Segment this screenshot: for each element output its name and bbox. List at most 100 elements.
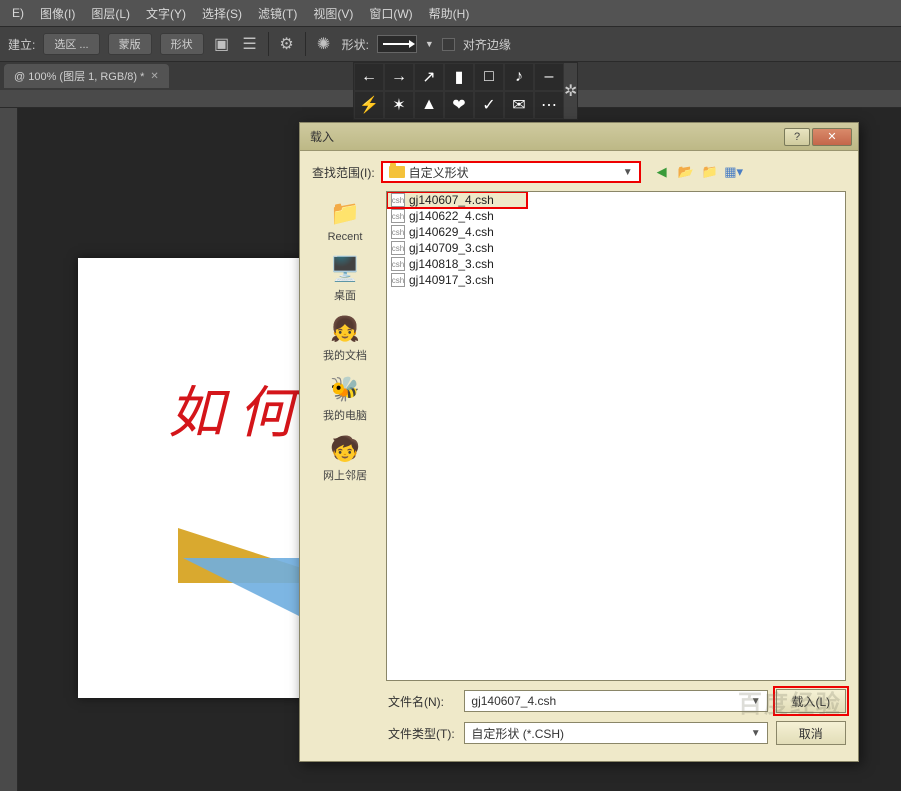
place-network[interactable]: 🧒网上邻居 bbox=[323, 433, 367, 483]
file-list[interactable]: cshgj140607_4.csh cshgj140622_4.csh cshg… bbox=[386, 191, 846, 681]
chevron-down-icon: ▼ bbox=[623, 167, 633, 178]
shape-thumb[interactable]: ▮ bbox=[444, 63, 474, 91]
chevron-down-icon: ▼ bbox=[751, 728, 761, 739]
place-desktop[interactable]: 🖥️桌面 bbox=[327, 253, 363, 303]
shape-thumb[interactable]: → bbox=[384, 63, 414, 91]
lookin-dropdown[interactable]: 自定义形状 ▼ bbox=[381, 161, 641, 183]
file-row[interactable]: cshgj140622_4.csh bbox=[387, 208, 845, 224]
shape-thumb[interactable]: ↗ bbox=[414, 63, 444, 91]
menu-item[interactable]: E) bbox=[4, 6, 32, 20]
shape-thumb[interactable]: ❤ bbox=[444, 91, 474, 119]
filetype-label: 文件类型(T): bbox=[388, 725, 456, 742]
align-edges-label: 对齐边缘 bbox=[463, 36, 511, 53]
selection-button[interactable]: 选区 ... bbox=[43, 33, 99, 55]
file-row[interactable]: csh gj140607_4.csh bbox=[387, 192, 527, 208]
file-icon: csh bbox=[391, 273, 405, 287]
shape-thumb[interactable]: ✶ bbox=[384, 91, 414, 119]
menu-item[interactable]: 图像(I) bbox=[32, 5, 83, 22]
file-row[interactable]: csh gj140818_3.csh bbox=[387, 256, 845, 272]
file-row[interactable]: csh gj140917_3.csh bbox=[387, 272, 845, 288]
path-op-icon[interactable]: ▣ bbox=[212, 34, 232, 54]
back-icon[interactable]: ◀ bbox=[653, 163, 671, 181]
shape-label: 形状: bbox=[342, 36, 369, 53]
file-name: gj140709_3.csh bbox=[409, 241, 494, 255]
mask-button[interactable]: 蒙版 bbox=[108, 33, 152, 55]
place-label: 桌面 bbox=[334, 287, 356, 303]
shape-preview-dropdown[interactable] bbox=[377, 35, 417, 53]
places-bar: 📁 Recent 🖥️桌面 👧我的文档 🐝 我的电脑 🧒网上邻居 bbox=[312, 191, 378, 681]
close-button[interactable]: ✕ bbox=[812, 128, 852, 146]
file-name: gj140917_3.csh bbox=[409, 273, 494, 287]
load-dialog: 载入 ? ✕ 查找范围(I): 自定义形状 ▼ ◀ 📂 📁 ▦▾ 📁 Recent bbox=[299, 122, 859, 762]
menu-item[interactable]: 帮助(H) bbox=[421, 5, 478, 22]
file-icon: csh bbox=[391, 241, 405, 255]
blue-triangle-shape bbox=[183, 558, 303, 618]
file-name: gj140818_3.csh bbox=[409, 257, 494, 271]
computer-icon: 🐝 bbox=[327, 373, 363, 405]
filename-value: gj140607_4.csh bbox=[471, 694, 556, 708]
place-documents[interactable]: 👧我的文档 bbox=[323, 313, 367, 363]
shape-button[interactable]: 形状 bbox=[160, 33, 204, 55]
place-recent[interactable]: 📁 Recent bbox=[327, 197, 363, 243]
folder-icon: 📁 bbox=[327, 197, 363, 229]
options-bar: 建立: 选区 ... 蒙版 形状 ▣ ☰ ⚙ ✺ 形状: ▼ 对齐边缘 bbox=[0, 26, 901, 62]
lookin-label: 查找范围(I): bbox=[312, 164, 375, 181]
folder-icon bbox=[389, 166, 405, 178]
file-icon: csh bbox=[391, 225, 405, 239]
file-name: gj140629_4.csh bbox=[409, 225, 494, 239]
tab-title: @ 100% (图层 1, RGB/8) * bbox=[14, 68, 144, 84]
place-label: 网上邻居 bbox=[323, 467, 367, 483]
file-name: gj140622_4.csh bbox=[409, 209, 494, 223]
file-row[interactable]: csh gj140629_4.csh bbox=[387, 224, 845, 240]
arrow-icon bbox=[383, 43, 411, 45]
dialog-title: 载入 bbox=[310, 128, 334, 145]
place-label: 我的电脑 bbox=[323, 407, 367, 423]
file-name: gj140607_4.csh bbox=[409, 193, 494, 207]
menu-item[interactable]: 文字(Y) bbox=[138, 5, 194, 22]
build-label: 建立: bbox=[8, 36, 35, 53]
filetype-combo[interactable]: 自定形状 (*.CSH) ▼ bbox=[464, 722, 767, 744]
align-edges-checkbox[interactable] bbox=[442, 38, 455, 51]
filetype-value: 自定形状 (*.CSH) bbox=[471, 725, 564, 742]
place-label: 我的文档 bbox=[323, 347, 367, 363]
shape-thumb[interactable]: ♪ bbox=[504, 63, 534, 91]
menu-item[interactable]: 视图(V) bbox=[305, 5, 361, 22]
shape-thumb[interactable]: ▲ bbox=[414, 91, 444, 119]
menu-item[interactable]: 滤镜(T) bbox=[250, 5, 305, 22]
menu-item[interactable]: 图层(L) bbox=[83, 5, 138, 22]
shape-thumb[interactable]: ⋯ bbox=[534, 91, 564, 119]
shapes-flyout-panel[interactable]: ← → ↗ ▮ □ ♪ – ⚡ ✶ ▲ ❤ ✓ ✉ ⋯ ✲ bbox=[353, 62, 578, 120]
up-icon[interactable]: 📂 bbox=[677, 163, 695, 181]
gear-icon[interactable]: ✺ bbox=[314, 34, 334, 54]
file-icon: csh bbox=[391, 257, 405, 271]
chevron-down-icon[interactable]: ▼ bbox=[425, 39, 434, 49]
shape-thumb[interactable]: ✉ bbox=[504, 91, 534, 119]
place-computer[interactable]: 🐝 我的电脑 bbox=[323, 373, 367, 423]
divider bbox=[305, 32, 306, 56]
dialog-titlebar[interactable]: 载入 ? ✕ bbox=[300, 123, 858, 151]
shape-thumb[interactable]: – bbox=[534, 63, 564, 91]
watermark: 百度经验 bbox=[738, 684, 842, 719]
help-button[interactable]: ? bbox=[784, 128, 810, 146]
place-label: Recent bbox=[328, 231, 363, 243]
menu-item[interactable]: 窗口(W) bbox=[361, 5, 420, 22]
menu-item[interactable]: 选择(S) bbox=[194, 5, 250, 22]
settings-icon[interactable]: ⚙ bbox=[277, 34, 297, 54]
view-menu-icon[interactable]: ▦▾ bbox=[725, 163, 743, 181]
document-tab[interactable]: @ 100% (图层 1, RGB/8) * ✕ bbox=[4, 64, 169, 88]
new-folder-icon[interactable]: 📁 bbox=[701, 163, 719, 181]
align-icon[interactable]: ☰ bbox=[240, 34, 260, 54]
filename-combo[interactable]: gj140607_4.csh▼ bbox=[464, 690, 767, 712]
shape-thumb[interactable]: ← bbox=[354, 63, 384, 91]
divider bbox=[268, 32, 269, 56]
cancel-button[interactable]: 取消 bbox=[776, 721, 846, 745]
close-icon[interactable]: ✕ bbox=[150, 71, 158, 82]
shape-thumb[interactable]: ⚡ bbox=[354, 91, 384, 119]
file-icon: csh bbox=[391, 193, 405, 207]
shape-thumb[interactable]: □ bbox=[474, 63, 504, 91]
panel-menu-icon[interactable]: ✲ bbox=[564, 63, 577, 119]
main-menubar: E) 图像(I) 图层(L) 文字(Y) 选择(S) 滤镜(T) 视图(V) 窗… bbox=[0, 0, 901, 26]
shape-thumb[interactable]: ✓ bbox=[474, 91, 504, 119]
filename-label: 文件名(N): bbox=[388, 693, 456, 710]
file-row[interactable]: csh gj140709_3.csh bbox=[387, 240, 845, 256]
